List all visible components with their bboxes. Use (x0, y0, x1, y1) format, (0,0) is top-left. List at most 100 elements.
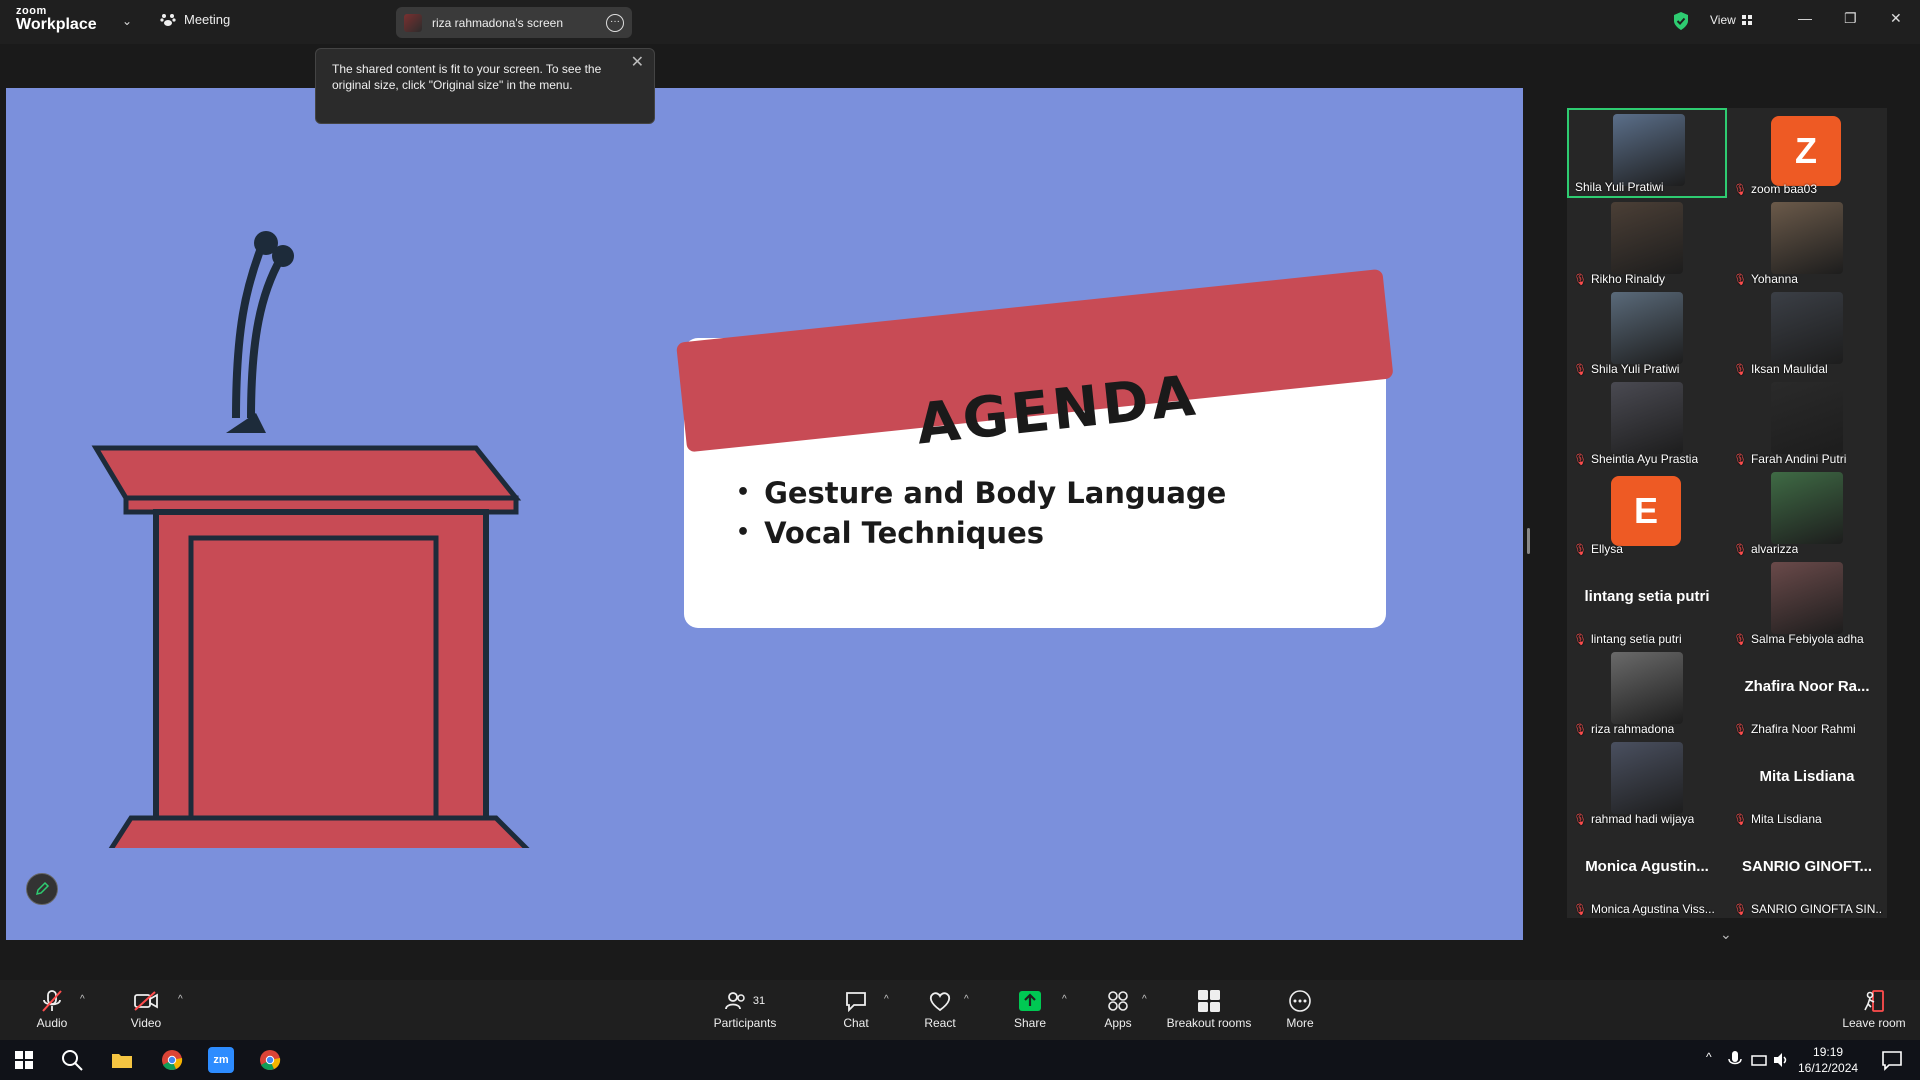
audio-options-caret-icon[interactable]: ^ (80, 994, 85, 1005)
participant-tile[interactable]: lintang setia putri 🎙 lintang setia putri (1567, 558, 1727, 648)
participant-tile[interactable]: Mita Lisdiana 🎙 Mita Lisdiana (1727, 738, 1887, 828)
participant-name: 🎙 Iksan Maulidal (1733, 362, 1828, 376)
title-bar: zoom Workplace ⌄ Meeting riza rahmadona'… (0, 0, 1920, 44)
participant-tile[interactable]: 🎙 Shila Yuli Pratiwi (1567, 288, 1727, 378)
mic-muted-icon: 🎙 (1733, 183, 1747, 196)
close-icon[interactable]: ✕ (1890, 10, 1902, 27)
agenda-list: Gesture and Body Language Vocal Techniqu… (736, 476, 1226, 556)
view-button[interactable]: View (1710, 13, 1752, 27)
mic-muted-icon: 🎙 (1573, 813, 1587, 826)
react-options-caret-icon[interactable]: ^ (964, 994, 969, 1005)
shield-icon[interactable] (1672, 11, 1690, 31)
leave-icon (1864, 990, 1884, 1012)
participant-tile[interactable]: E 🎙 Ellysa (1567, 468, 1727, 558)
leave-room-button[interactable]: Leave room (1836, 988, 1912, 1030)
participant-video (1771, 292, 1843, 364)
scroll-down-chevron-icon[interactable]: ⌄ (1720, 926, 1732, 943)
chrome-profile-icon[interactable] (258, 1048, 282, 1072)
participant-display-name: Monica Agustin... (1585, 858, 1709, 875)
share-label: Share (1013, 1016, 1047, 1030)
participant-tile[interactable]: SANRIO GINOFT... 🎙 SANRIO GINOFTA SIN... (1727, 828, 1887, 918)
participant-tile[interactable]: 🎙 Iksan Maulidal (1727, 288, 1887, 378)
participant-name-text: Ellysa (1590, 542, 1623, 556)
clock-time: 19:19 (1813, 1045, 1844, 1059)
participant-tile[interactable]: 🎙 Salma Febiyola adha (1727, 558, 1887, 648)
participant-name-text: Sheintia Ayu Prastia (1590, 452, 1699, 466)
meeting-button[interactable]: Meeting (160, 12, 230, 27)
participant-display-name: SANRIO GINOFT... (1741, 858, 1872, 875)
participant-tile[interactable]: 🎙 Rikho Rinaldy (1567, 198, 1727, 288)
participant-video (1611, 292, 1683, 364)
more-label: More (1286, 1016, 1314, 1030)
participant-name: 🎙 Salma Febiyola adha (1733, 632, 1864, 646)
panel-resize-handle[interactable] (1527, 528, 1530, 554)
participant-name-text: Yohanna (1750, 272, 1798, 286)
participant-tile[interactable]: Z 🎙 zoom baa03 (1727, 108, 1887, 198)
video-button[interactable]: Video (126, 988, 166, 1030)
fit-to-screen-tooltip: The shared content is fit to your screen… (315, 48, 655, 124)
mic-muted-icon: 🎙 (1573, 453, 1587, 466)
mic-muted-icon: 🎙 (1733, 903, 1747, 916)
participant-video (1611, 652, 1683, 724)
participant-tile[interactable]: Shila Yuli Pratiwi (1567, 108, 1727, 198)
tooltip-close-icon[interactable]: ✕ (631, 55, 644, 71)
video-off-icon (134, 991, 158, 1011)
chat-options-caret-icon[interactable]: ^ (884, 994, 889, 1005)
windows-start-icon[interactable] (12, 1048, 36, 1072)
participant-tile[interactable]: Zhafira Noor Ra... 🎙 Zhafira Noor Rahmi (1727, 648, 1887, 738)
participant-display-name: Zhafira Noor Ra... (1744, 678, 1870, 695)
notification-icon[interactable] (1880, 1048, 1904, 1072)
file-explorer-icon[interactable] (110, 1048, 134, 1072)
chevron-down-icon[interactable]: ⌄ (122, 14, 132, 28)
mic-muted-icon: 🎙 (1733, 723, 1747, 736)
participants-button[interactable]: 31 Participants (710, 988, 780, 1030)
restore-icon[interactable]: ❐ (1844, 10, 1857, 27)
share-options-caret-icon[interactable]: ^ (1062, 994, 1067, 1005)
search-icon[interactable] (60, 1048, 84, 1072)
tray-expand-icon[interactable]: ^ (1706, 1050, 1712, 1064)
breakout-rooms-icon (1198, 990, 1220, 1012)
participant-tile[interactable]: 🎙 Yohanna (1727, 198, 1887, 288)
participant-name: 🎙 Shila Yuli Pratiwi (1573, 362, 1679, 376)
participant-tile[interactable]: Monica Agustin... 🎙 Monica Agustina Viss..… (1567, 828, 1727, 918)
minimize-icon[interactable]: — (1798, 10, 1812, 26)
network-icon[interactable] (1750, 1048, 1768, 1072)
participant-tile[interactable]: 🎙 alvarizza (1727, 468, 1887, 558)
zoom-logo[interactable]: zoom Workplace (16, 6, 97, 33)
chat-icon (846, 992, 866, 1012)
annotate-button[interactable] (26, 873, 58, 905)
react-button[interactable]: React (920, 988, 960, 1030)
more-button[interactable]: More (1280, 988, 1320, 1030)
view-label: View (1710, 13, 1736, 27)
pencil-icon (35, 881, 50, 896)
participant-tile[interactable]: 🎙 Farah Andini Putri (1727, 378, 1887, 468)
participant-name-text: Farah Andini Putri (1750, 452, 1847, 466)
participant-tile[interactable]: 🎙 rahmad hadi wijaya (1567, 738, 1727, 828)
video-options-caret-icon[interactable]: ^ (178, 994, 183, 1005)
audio-button[interactable]: Audio (32, 988, 72, 1030)
participant-name-text: Monica Agustina Viss... (1590, 902, 1715, 916)
participant-tile[interactable]: 🎙 riza rahmadona (1567, 648, 1727, 738)
microphone-tray-icon[interactable] (1726, 1048, 1744, 1072)
more-options-icon[interactable]: ··· (606, 13, 624, 32)
participant-tile[interactable]: 🎙 Sheintia Ayu Prastia (1567, 378, 1727, 468)
participant-initial-avatar: E (1611, 476, 1681, 546)
participant-name: 🎙 riza rahmadona (1573, 722, 1674, 736)
share-button[interactable]: Share (1010, 988, 1050, 1030)
mic-muted-icon: 🎙 (1733, 363, 1747, 376)
agenda-item: Gesture and Body Language (736, 476, 1226, 510)
logo-bottom-text: Workplace (16, 16, 97, 33)
apps-button[interactable]: Apps (1098, 988, 1138, 1030)
system-clock[interactable]: 19:19 16/12/2024 (1798, 1044, 1858, 1076)
volume-icon[interactable] (1772, 1048, 1790, 1072)
breakout-rooms-button[interactable]: Breakout rooms (1164, 988, 1254, 1030)
participant-video (1771, 382, 1843, 454)
zoom-taskbar-icon[interactable]: zm (208, 1047, 234, 1073)
shared-screen-pill[interactable]: riza rahmadona's screen ··· (396, 7, 632, 38)
apps-options-caret-icon[interactable]: ^ (1142, 994, 1147, 1005)
participant-name: 🎙 lintang setia putri (1573, 632, 1682, 646)
apps-label: Apps (1104, 1016, 1132, 1030)
chat-button[interactable]: Chat (836, 988, 876, 1030)
sharer-avatar (404, 13, 422, 32)
chrome-icon[interactable] (160, 1048, 184, 1072)
